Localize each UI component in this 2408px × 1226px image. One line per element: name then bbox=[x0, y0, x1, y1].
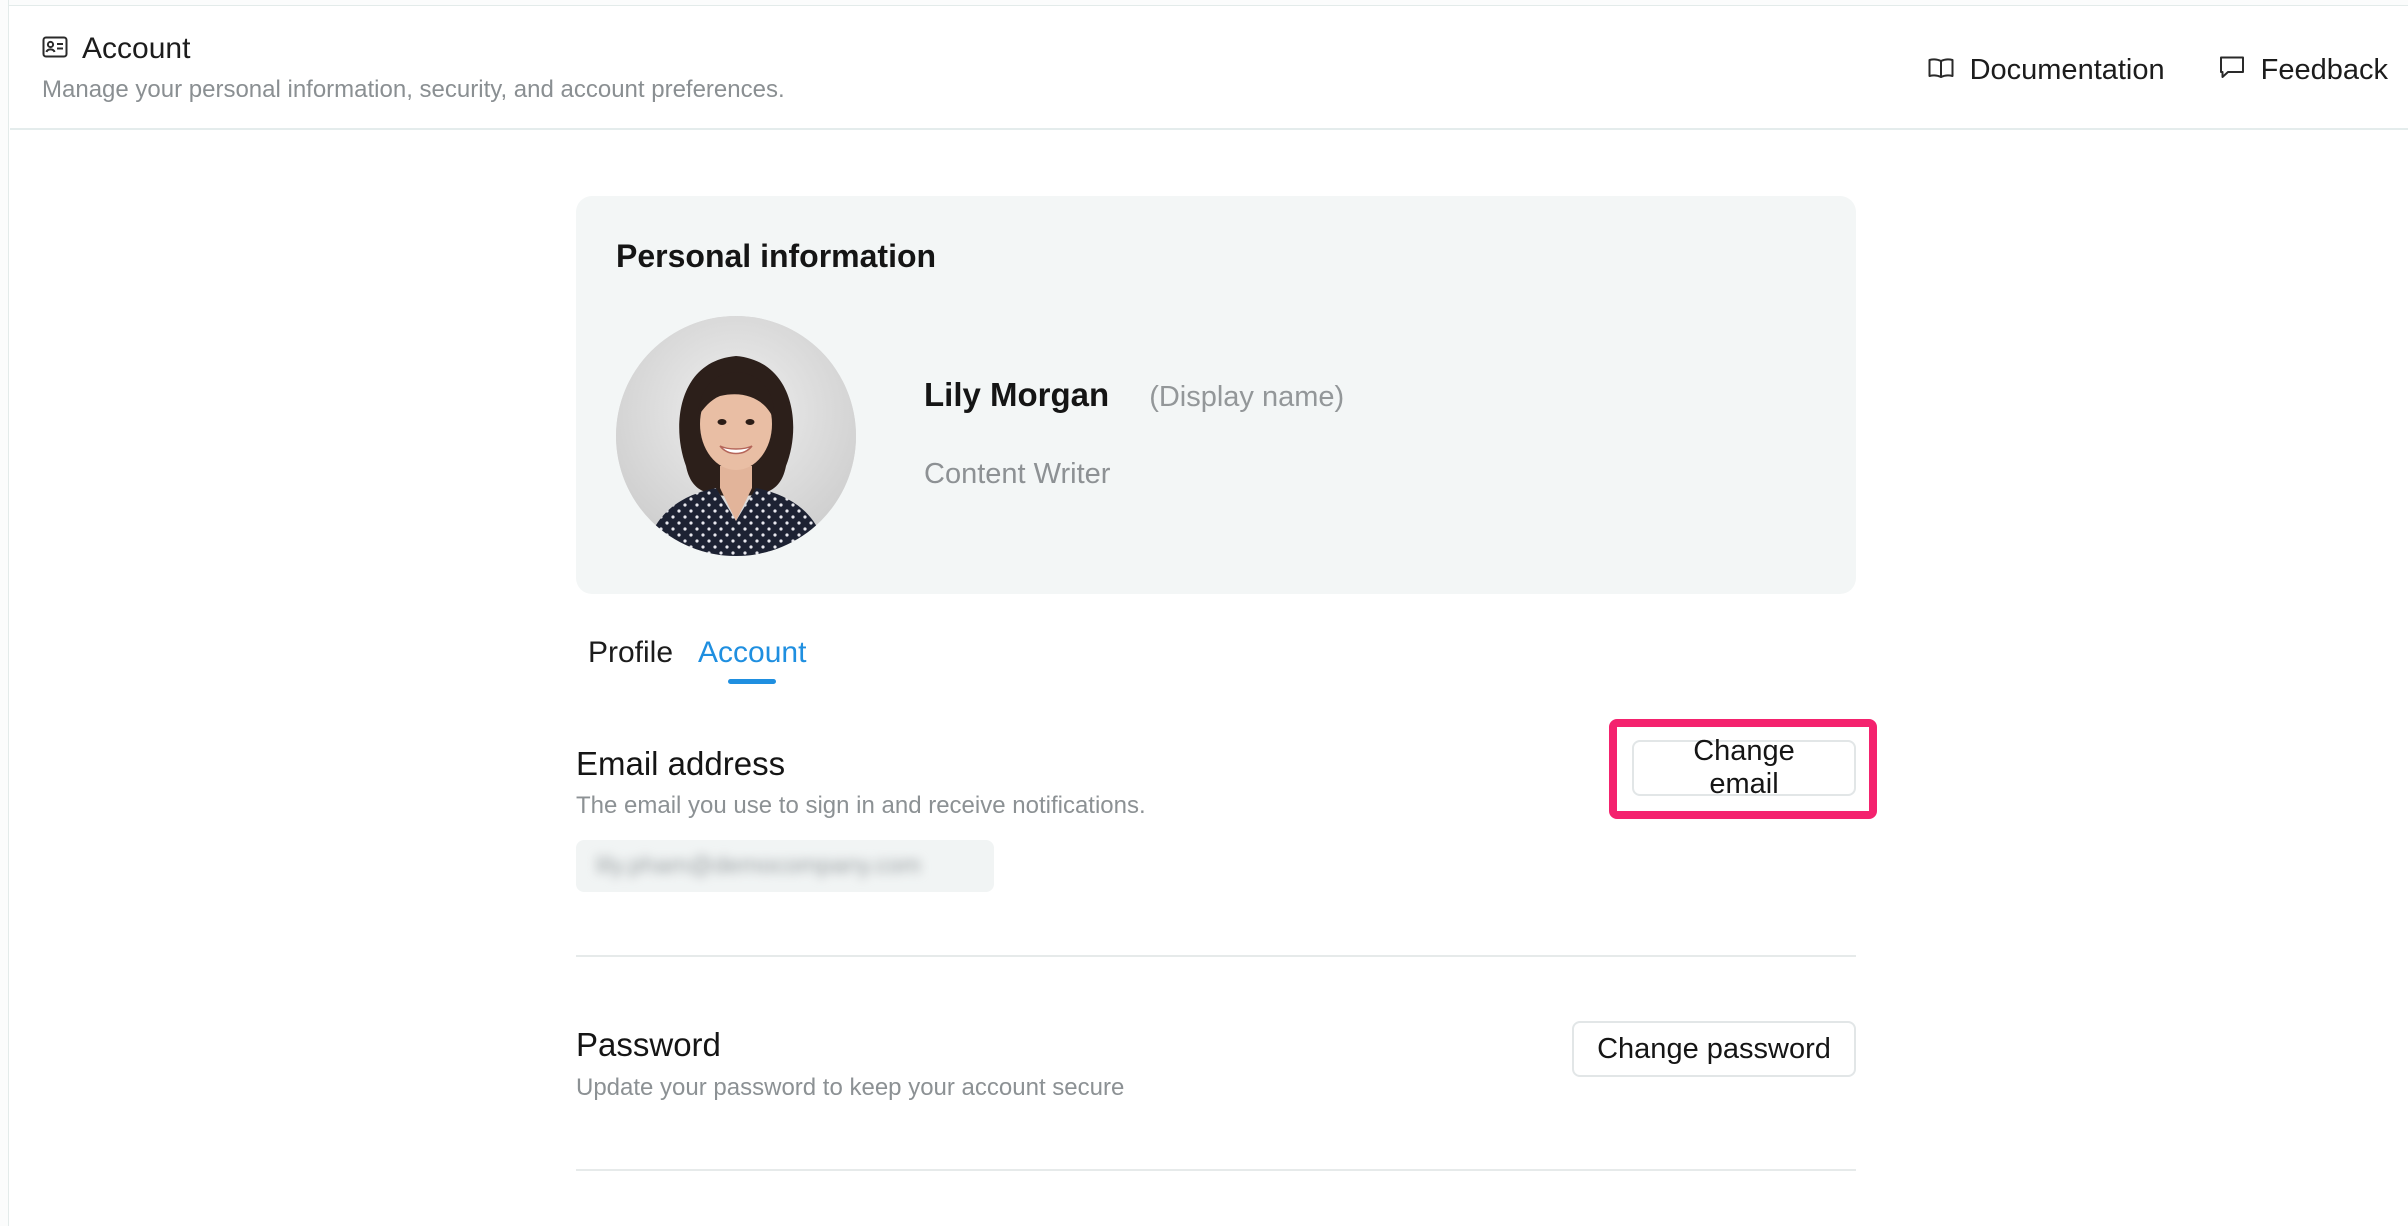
change-email-button[interactable]: Change email bbox=[1632, 735, 1856, 800]
section-divider bbox=[576, 955, 1856, 957]
name-row: Lily Morgan (Display name) bbox=[924, 376, 1344, 414]
settings-tabs: Profile Account bbox=[588, 636, 806, 684]
header-title-row: Account bbox=[42, 32, 190, 66]
email-section-title: Email address bbox=[576, 745, 786, 782]
tab-account[interactable]: Account bbox=[698, 636, 806, 684]
user-name: Lily Morgan bbox=[924, 376, 1110, 413]
user-role: Content Writer bbox=[924, 458, 1111, 490]
id-card-icon bbox=[42, 36, 68, 63]
window-left-edge bbox=[0, 0, 9, 1226]
change-password-button[interactable]: Change password bbox=[1572, 1021, 1856, 1077]
password-section-description: Update your password to keep your accoun… bbox=[576, 1074, 1125, 1101]
feedback-link[interactable]: Feedback bbox=[2219, 54, 2388, 87]
password-section-title: Password bbox=[576, 1026, 721, 1063]
message-square-icon bbox=[2219, 54, 2245, 87]
header-actions: Documentation Feedback bbox=[1928, 54, 2388, 87]
page-header: Account Manage your personal information… bbox=[10, 6, 2408, 130]
email-value-field: lily.pham@democompany.com bbox=[576, 840, 994, 892]
email-section-description: The email you use to sign in and receive… bbox=[576, 792, 1146, 819]
display-name-hint: (Display name) bbox=[1149, 381, 1345, 413]
avatar bbox=[616, 316, 856, 556]
personal-information-card: Personal information Lily Morgan (Displa… bbox=[576, 196, 1856, 594]
section-divider-bottom bbox=[576, 1169, 1856, 1171]
feedback-label: Feedback bbox=[2260, 54, 2388, 86]
tab-profile[interactable]: Profile bbox=[588, 636, 673, 684]
documentation-link[interactable]: Documentation bbox=[1928, 54, 2165, 87]
documentation-label: Documentation bbox=[1969, 54, 2165, 86]
page-title: Account bbox=[82, 32, 191, 65]
page-subtitle: Manage your personal information, securi… bbox=[42, 76, 785, 103]
book-open-icon bbox=[1928, 54, 1954, 87]
email-value: lily.pham@democompany.com bbox=[596, 852, 921, 879]
personal-information-title: Personal information bbox=[616, 238, 937, 274]
